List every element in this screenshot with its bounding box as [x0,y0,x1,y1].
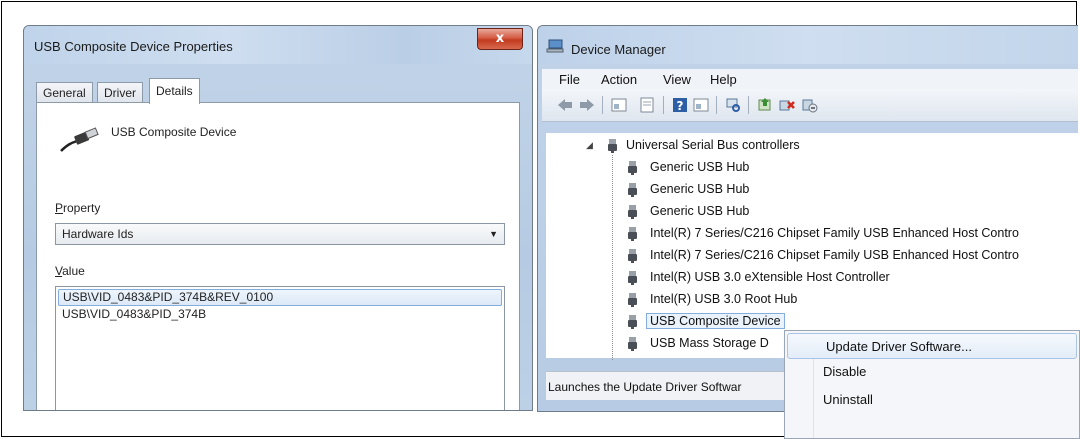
tree-item[interactable]: Intel(R) 7 Series/C216 Chipset Family US… [650,248,1019,262]
value-label: Value [55,264,85,278]
tree-item[interactable]: Intel(R) 7 Series/C216 Chipset Family US… [650,226,1019,240]
device-manager-title: Device Manager [571,42,666,57]
value-label-rest: alue [62,264,85,278]
usb-plug-icon [628,337,637,351]
tree-item[interactable]: Generic USB Hub [650,204,749,218]
usb-plug-icon [628,293,637,307]
svg-text:?: ? [677,99,684,113]
menu-view[interactable]: View [663,72,691,87]
menubar: File Action View Help [542,69,1078,89]
tree-connector-line [612,155,614,360]
property-dropdown-value: Hardware Ids [62,227,134,241]
device-manager-titlebar[interactable]: Device Manager [538,26,1078,64]
device-name: USB Composite Device [111,125,237,139]
menu-item-disable[interactable]: Disable [785,359,1079,385]
toolbar: ? [542,89,1078,122]
document-icon[interactable] [638,96,656,114]
properties-titlebar[interactable]: USB Composite Device Properties x [24,26,532,64]
list-item[interactable]: USB\VID_0483&PID_374B&REV_0100 [58,289,502,306]
forward-arrow-icon[interactable] [578,96,596,114]
properties-view-icon[interactable] [610,96,628,114]
usb-plug-icon [628,249,637,263]
tree-item[interactable]: USB Mass Storage D [650,336,769,350]
menu-action[interactable]: Action [601,72,637,87]
property-label: Property [55,201,101,215]
device-tree: ◢ Universal Serial Bus controllers Gener… [546,133,1078,360]
toolbar-separator [602,96,603,114]
disable-device-icon[interactable] [800,96,818,114]
tree-item[interactable]: Intel(R) USB 3.0 eXtensible Host Control… [650,270,890,284]
list-item[interactable]: USB\VID_0483&PID_374B [56,306,504,323]
back-arrow-icon[interactable] [556,96,574,114]
tree-category-usb-controllers[interactable]: Universal Serial Bus controllers [626,138,800,152]
context-menu: Update Driver Software... Disable Uninst… [784,330,1080,439]
window-view-icon[interactable] [692,96,710,114]
chevron-down-icon: ▼ [489,229,498,239]
menu-item-uninstall[interactable]: Uninstall [785,387,1079,413]
status-text: Launches the Update Driver Softwar [548,380,742,394]
menu-file[interactable]: File [559,72,580,87]
property-dropdown[interactable]: Hardware Ids ▼ [55,223,505,245]
menu-help[interactable]: Help [710,72,737,87]
usb-plug-icon [628,161,637,175]
help-icon[interactable]: ? [671,96,689,114]
close-button[interactable]: x [477,28,523,50]
tree-item[interactable]: Generic USB Hub [650,160,749,174]
collapse-arrow-icon[interactable]: ◢ [586,140,593,151]
usb-plug-icon [628,205,637,219]
usb-cable-icon [60,127,99,152]
details-panel: USB Composite Device Property Hardware I… [36,102,520,410]
tree-item[interactable]: Generic USB Hub [650,182,749,196]
update-driver-icon[interactable] [756,96,774,114]
uninstall-icon[interactable] [778,96,796,114]
tree-item-selected[interactable]: USB Composite Device [646,313,785,329]
usb-plug-icon [628,271,637,285]
tab-details[interactable]: Details [149,78,200,104]
properties-title: USB Composite Device Properties [34,39,233,54]
menu-item-update-driver[interactable]: Update Driver Software... [787,333,1077,359]
usb-plug-icon [608,139,617,153]
usb-plug-icon [628,227,637,241]
scan-hardware-icon[interactable] [724,96,742,114]
toolbar-separator [716,96,717,114]
usb-plug-icon [628,183,637,197]
toolbar-separator [663,96,664,114]
tab-driver[interactable]: Driver [97,82,143,102]
tree-item[interactable]: Intel(R) USB 3.0 Root Hub [650,292,797,306]
properties-dialog: USB Composite Device Properties x Genera… [23,25,533,411]
property-label-rest: roperty [63,201,101,215]
value-listbox[interactable]: USB\VID_0483&PID_374B&REV_0100 USB\VID_0… [55,286,505,410]
toolbar-separator [748,96,749,114]
device-manager-icon [546,39,564,53]
tab-general[interactable]: General [36,82,93,102]
usb-plug-icon [628,315,637,329]
